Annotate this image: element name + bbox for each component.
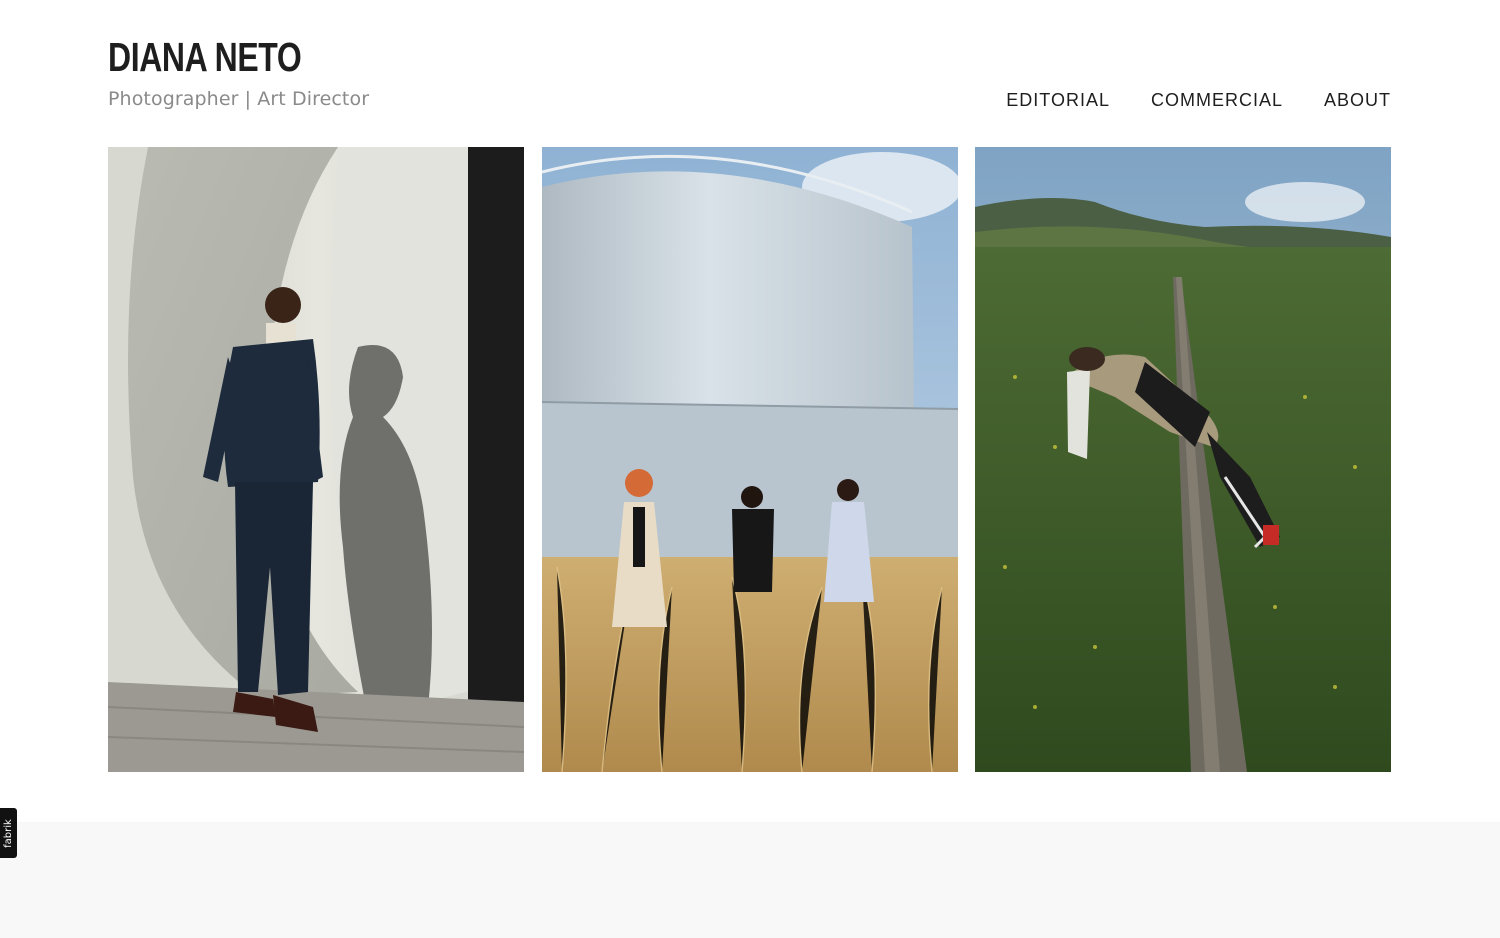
photo-gallery bbox=[108, 147, 1392, 772]
photo-2-image bbox=[542, 147, 958, 772]
photo-1-image bbox=[108, 147, 524, 772]
gallery-photo-1[interactable] bbox=[108, 147, 524, 772]
page-footer-area bbox=[0, 822, 1500, 938]
photo-3-image bbox=[975, 147, 1391, 772]
nav-link-commercial[interactable]: COMMERCIAL bbox=[1151, 90, 1283, 111]
site-title[interactable]: DIANA NETO bbox=[108, 34, 302, 80]
gallery-photo-3[interactable] bbox=[975, 147, 1391, 772]
gallery-photo-2[interactable] bbox=[542, 147, 958, 772]
fabrik-badge[interactable]: fabrik bbox=[0, 808, 17, 858]
nav-link-about[interactable]: ABOUT bbox=[1324, 90, 1391, 111]
fabrik-badge-label: fabrik bbox=[3, 818, 14, 848]
main-nav: EDITORIAL COMMERCIAL ABOUT bbox=[965, 90, 1391, 111]
site-subtitle: Photographer | Art Director bbox=[108, 88, 370, 110]
nav-link-editorial[interactable]: EDITORIAL bbox=[1006, 90, 1110, 111]
